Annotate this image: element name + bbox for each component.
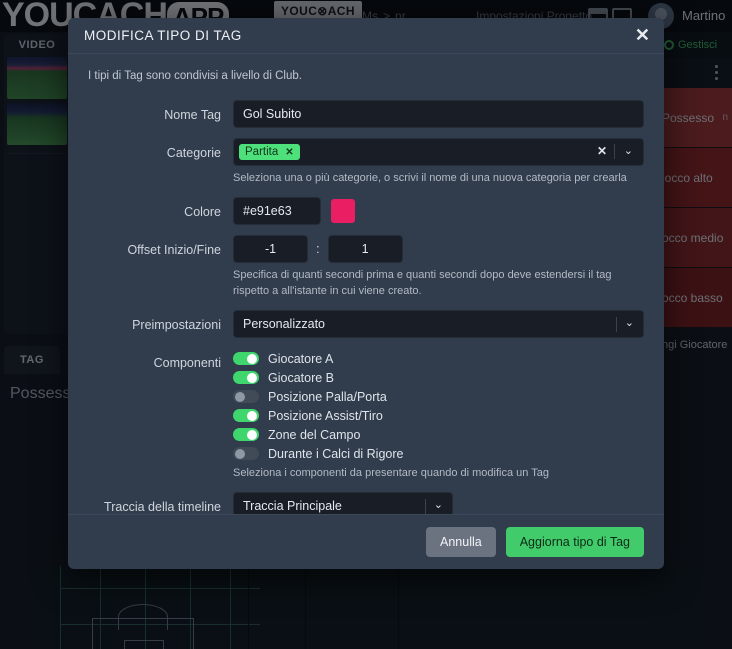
- toggle-switch[interactable]: [233, 371, 259, 385]
- offset-separator: :: [316, 241, 320, 257]
- category-chip[interactable]: Partita ✕: [239, 144, 300, 160]
- cancel-button[interactable]: Annulla: [426, 527, 496, 557]
- components-label: Componenti: [153, 355, 221, 370]
- divider: [614, 144, 615, 159]
- component-toggle-row[interactable]: Zone del Campo: [233, 428, 644, 442]
- dialog-body: I tipi di Tag sono condivisi a livello d…: [68, 54, 664, 514]
- field-row-timeline: Traccia della timeline predefinita Tracc…: [88, 491, 644, 514]
- component-label: Posizione Palla/Porta: [268, 389, 387, 404]
- component-toggle-row[interactable]: Giocatore A: [233, 352, 644, 366]
- presets-select[interactable]: Personalizzato ⌄: [233, 309, 644, 338]
- categories-hint: Seleziona una o più categorie, o scrivi …: [233, 172, 627, 184]
- chevron-down-icon[interactable]: ⌄: [625, 316, 634, 329]
- category-chip-label: Partita: [245, 146, 279, 158]
- chip-remove-icon[interactable]: ✕: [285, 147, 293, 158]
- divider: [616, 316, 617, 332]
- color-hex-input[interactable]: [233, 196, 321, 225]
- close-icon[interactable]: ✕: [635, 26, 650, 44]
- timeline-value: Traccia Principale: [243, 498, 342, 513]
- edit-tag-type-dialog: MODIFICA TIPO DI TAG ✕ I tipi di Tag son…: [68, 18, 664, 569]
- dialog-footer: Annulla Aggiorna tipo di Tag: [68, 514, 664, 569]
- categories-label: Categorie: [166, 146, 221, 160]
- field-row-name: Nome Tag: [88, 100, 644, 128]
- offset-start-input[interactable]: [233, 234, 308, 263]
- timeline-label: Traccia della timeline predefinita: [104, 499, 221, 514]
- dialog-title: MODIFICA TIPO DI TAG: [84, 28, 242, 43]
- offset-label: Offset Inizio/Fine: [127, 242, 221, 257]
- clear-icon[interactable]: ✕: [597, 144, 607, 158]
- chevron-down-icon[interactable]: ⌄: [624, 144, 633, 157]
- component-label: Durante i Calci di Rigore: [268, 446, 404, 461]
- component-label: Giocatore B: [268, 370, 335, 385]
- offset-hint: Specifica di quanti secondi prima e quan…: [233, 268, 612, 297]
- field-row-components: Componenti Giocatore A Giocatore B Posizio…: [88, 348, 644, 482]
- categories-multiselect[interactable]: Partita ✕ ✕ ⌄: [233, 138, 644, 166]
- divider: [425, 498, 426, 514]
- field-row-offset: Offset Inizio/Fine : Specifica di quanti…: [88, 234, 644, 300]
- component-toggle-row[interactable]: Durante i Calci di Rigore: [233, 447, 644, 461]
- timeline-track-select[interactable]: Traccia Principale ⌄: [233, 491, 453, 514]
- components-hint: Seleziona i componenti da presentare qua…: [233, 466, 549, 479]
- presets-label: Preimpostazioni: [132, 317, 221, 332]
- chevron-down-icon[interactable]: ⌄: [434, 498, 443, 511]
- color-swatch[interactable]: [331, 198, 355, 223]
- submit-button[interactable]: Aggiorna tipo di Tag: [505, 527, 644, 557]
- toggle-switch[interactable]: [233, 428, 259, 442]
- toggle-switch[interactable]: [233, 447, 259, 461]
- tag-name-input[interactable]: [233, 100, 644, 128]
- name-label: Nome Tag: [164, 108, 221, 122]
- field-row-color: Colore: [88, 196, 644, 225]
- field-row-presets: Preimpostazioni Personalizzato ⌄: [88, 309, 644, 338]
- component-toggle-row[interactable]: Posizione Palla/Porta: [233, 390, 644, 404]
- offset-end-input[interactable]: [327, 234, 403, 263]
- presets-value: Personalizzato: [243, 316, 325, 331]
- component-toggle-row[interactable]: Giocatore B: [233, 371, 644, 385]
- dialog-header: MODIFICA TIPO DI TAG ✕: [68, 18, 664, 54]
- components-list: Giocatore A Giocatore B Posizione Palla/Po…: [233, 348, 644, 482]
- color-label: Colore: [184, 204, 221, 219]
- toggle-switch[interactable]: [233, 390, 259, 404]
- toggle-switch[interactable]: [233, 409, 259, 423]
- toggle-switch[interactable]: [233, 352, 259, 366]
- component-label: Giocatore A: [268, 351, 334, 366]
- dialog-note: I tipi di Tag sono condivisi a livello d…: [88, 70, 302, 82]
- component-toggle-row[interactable]: Posizione Assist/Tiro: [233, 409, 644, 423]
- component-label: Posizione Assist/Tiro: [268, 408, 383, 423]
- component-label: Zone del Campo: [268, 427, 361, 442]
- app-root: YOUCACHAPP YOUC⊗ACH Ms>nr Impostazioni P…: [0, 0, 732, 649]
- field-row-categories: Categorie Partita ✕ ✕ ⌄ Seleziona una o …: [88, 138, 644, 187]
